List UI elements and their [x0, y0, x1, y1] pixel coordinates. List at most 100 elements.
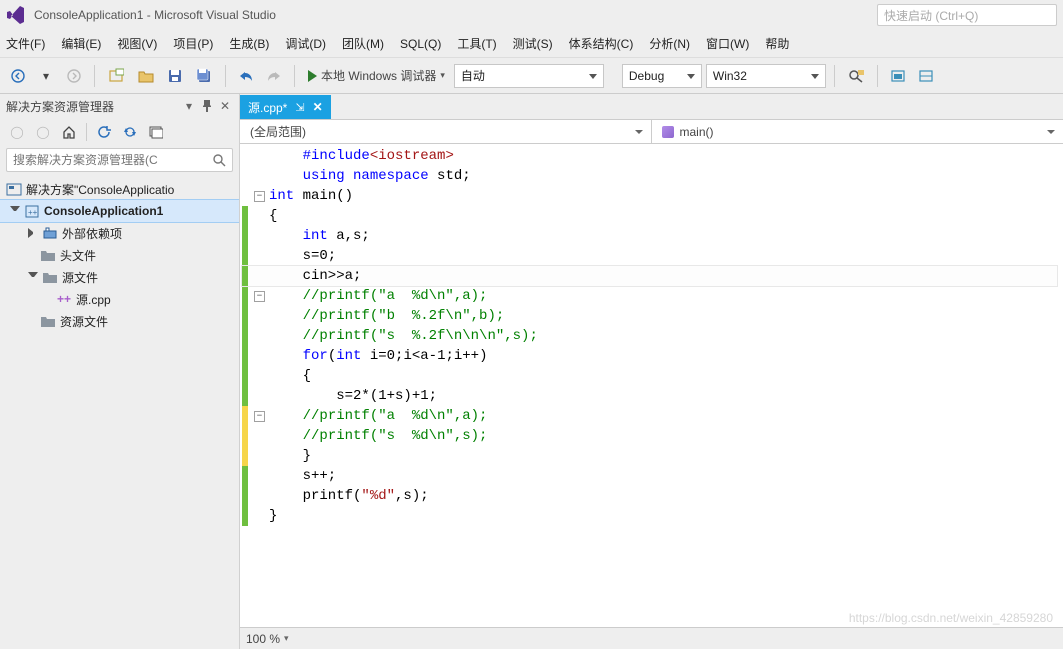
solution-explorer: 解决方案资源管理器 ▾ ✕ ◯ ◯ 解决方案"ConsoleApplicatio	[0, 94, 240, 649]
code-line[interactable]: s=0;	[242, 246, 1057, 266]
code-line[interactable]: }	[242, 446, 1057, 466]
new-project-button[interactable]	[103, 63, 129, 89]
code-line[interactable]: − //printf("a %d\n",a);	[242, 406, 1057, 426]
code-line[interactable]: {	[242, 366, 1057, 386]
folder-icon	[40, 313, 56, 329]
save-button[interactable]	[163, 63, 187, 89]
extension2-button[interactable]	[914, 63, 938, 89]
change-marker	[242, 246, 248, 266]
solution-search-input[interactable]	[7, 153, 232, 167]
code-line[interactable]: int a,s;	[242, 226, 1057, 246]
solution-search[interactable]	[6, 148, 233, 172]
menu-item[interactable]: 编辑(E)	[61, 35, 101, 52]
expand-icon[interactable]	[28, 272, 38, 282]
code-line[interactable]: cin>>a;	[242, 266, 1057, 286]
separator	[877, 65, 878, 87]
home-icon[interactable]	[60, 123, 78, 141]
menu-item[interactable]: 文件(F)	[6, 35, 45, 52]
menu-item[interactable]: 帮助	[765, 35, 789, 52]
code-line[interactable]: −int main()	[242, 186, 1057, 206]
refresh-icon[interactable]	[95, 123, 113, 141]
source-file-node[interactable]: ++ 源.cpp	[0, 288, 239, 310]
project-label: ConsoleApplication1	[44, 204, 163, 218]
code-line[interactable]: s++;	[242, 466, 1057, 486]
undo-button[interactable]	[234, 63, 258, 89]
close-button[interactable]: ✕	[217, 98, 233, 114]
editor-tab-label: 源.cpp*	[248, 99, 287, 116]
solution-node[interactable]: 解决方案"ConsoleApplicatio	[0, 178, 239, 200]
menu-item[interactable]: 测试(S)	[513, 35, 553, 52]
code-line[interactable]: {	[242, 206, 1057, 226]
folder-icon	[40, 247, 56, 263]
code-line[interactable]: for(int i=0;i<a-1;i++)	[242, 346, 1057, 366]
project-node[interactable]: ++ ConsoleApplication1	[0, 200, 239, 222]
menu-item[interactable]: 工具(T)	[457, 35, 496, 52]
forward-icon[interactable]: ◯	[34, 123, 52, 141]
pin-icon[interactable]: ⇲	[295, 101, 304, 114]
chevron-down-icon: ▾	[284, 633, 289, 644]
headers-node[interactable]: 头文件	[0, 244, 239, 266]
zoom-combo[interactable]: 100 % ▾	[246, 632, 289, 646]
sources-node[interactable]: 源文件	[0, 266, 239, 288]
change-marker	[242, 206, 248, 226]
editor-tab-bar: 源.cpp* ⇲ ✕	[240, 94, 1063, 120]
platform-combo[interactable]: Win32	[706, 64, 826, 88]
solution-explorer-title: 解决方案资源管理器	[6, 98, 114, 115]
expand-icon[interactable]	[28, 228, 38, 238]
code-line[interactable]: − //printf("a %d\n",a);	[242, 286, 1057, 306]
config-combo[interactable]: Debug	[622, 64, 702, 88]
solution-explorer-toolbar: ◯ ◯	[0, 118, 239, 146]
code-line[interactable]: //printf("s %.2f\n\n\n",s);	[242, 326, 1057, 346]
menu-item[interactable]: 项目(P)	[173, 35, 213, 52]
fold-toggle[interactable]: −	[254, 411, 265, 422]
separator	[834, 65, 835, 87]
fold-toggle[interactable]: −	[254, 191, 265, 202]
collapse-all-icon[interactable]	[147, 123, 165, 141]
quick-launch-input[interactable]: 快速启动 (Ctrl+Q)	[877, 4, 1057, 26]
menu-item[interactable]: 视图(V)	[117, 35, 157, 52]
start-debug-label: 本地 Windows 调试器	[321, 67, 436, 84]
menu-item[interactable]: 调试(D)	[285, 35, 326, 52]
nav-back-button[interactable]	[6, 63, 30, 89]
nav-forward-button[interactable]	[62, 63, 86, 89]
ext-deps-node[interactable]: 外部依赖项	[0, 222, 239, 244]
nav-dropdown-icon[interactable]: ▾	[34, 63, 58, 89]
editor-tab[interactable]: 源.cpp* ⇲ ✕	[240, 95, 331, 119]
solution-icon	[6, 181, 22, 197]
menu-item[interactable]: 生成(B)	[229, 35, 269, 52]
pin-icon[interactable]	[199, 98, 215, 114]
code-line[interactable]: printf("%d",s);	[242, 486, 1057, 506]
code-line[interactable]: s=2*(1+s)+1;	[242, 386, 1057, 406]
menu-item[interactable]: 体系结构(C)	[569, 35, 634, 52]
launch-mode-combo[interactable]: 自动	[454, 64, 604, 88]
scope-left-combo[interactable]: (全局范围)	[240, 120, 652, 143]
headers-label: 头文件	[60, 247, 96, 264]
code-area[interactable]: #include<iostream> using namespace std;−…	[240, 144, 1063, 627]
menu-item[interactable]: 分析(N)	[649, 35, 690, 52]
change-marker	[242, 266, 248, 286]
sync-icon[interactable]	[121, 123, 139, 141]
panel-menu-button[interactable]: ▾	[181, 98, 197, 114]
close-tab-button[interactable]: ✕	[313, 100, 323, 114]
back-icon[interactable]: ◯	[8, 123, 26, 141]
separator	[225, 65, 226, 87]
save-all-button[interactable]	[191, 63, 217, 89]
menu-item[interactable]: 窗口(W)	[706, 35, 749, 52]
start-debug-button[interactable]: 本地 Windows 调试器 ▾	[303, 63, 450, 89]
code-line[interactable]: }	[242, 506, 1057, 526]
fold-toggle[interactable]: −	[254, 291, 265, 302]
menu-item[interactable]: SQL(Q)	[400, 37, 441, 51]
code-line[interactable]: #include<iostream>	[242, 146, 1057, 166]
scope-right-combo[interactable]: main()	[652, 120, 1063, 143]
code-line[interactable]: //printf("s %d\n",s);	[242, 426, 1057, 446]
open-button[interactable]	[133, 63, 159, 89]
solution-label: 解决方案"ConsoleApplicatio	[26, 181, 174, 198]
extension1-button[interactable]	[886, 63, 910, 89]
expand-icon[interactable]	[10, 206, 20, 216]
resources-node[interactable]: 资源文件	[0, 310, 239, 332]
redo-button[interactable]	[262, 63, 286, 89]
code-line[interactable]: using namespace std;	[242, 166, 1057, 186]
menu-item[interactable]: 团队(M)	[342, 35, 384, 52]
find-button[interactable]	[843, 63, 869, 89]
code-line[interactable]: //printf("b %.2f\n",b);	[242, 306, 1057, 326]
